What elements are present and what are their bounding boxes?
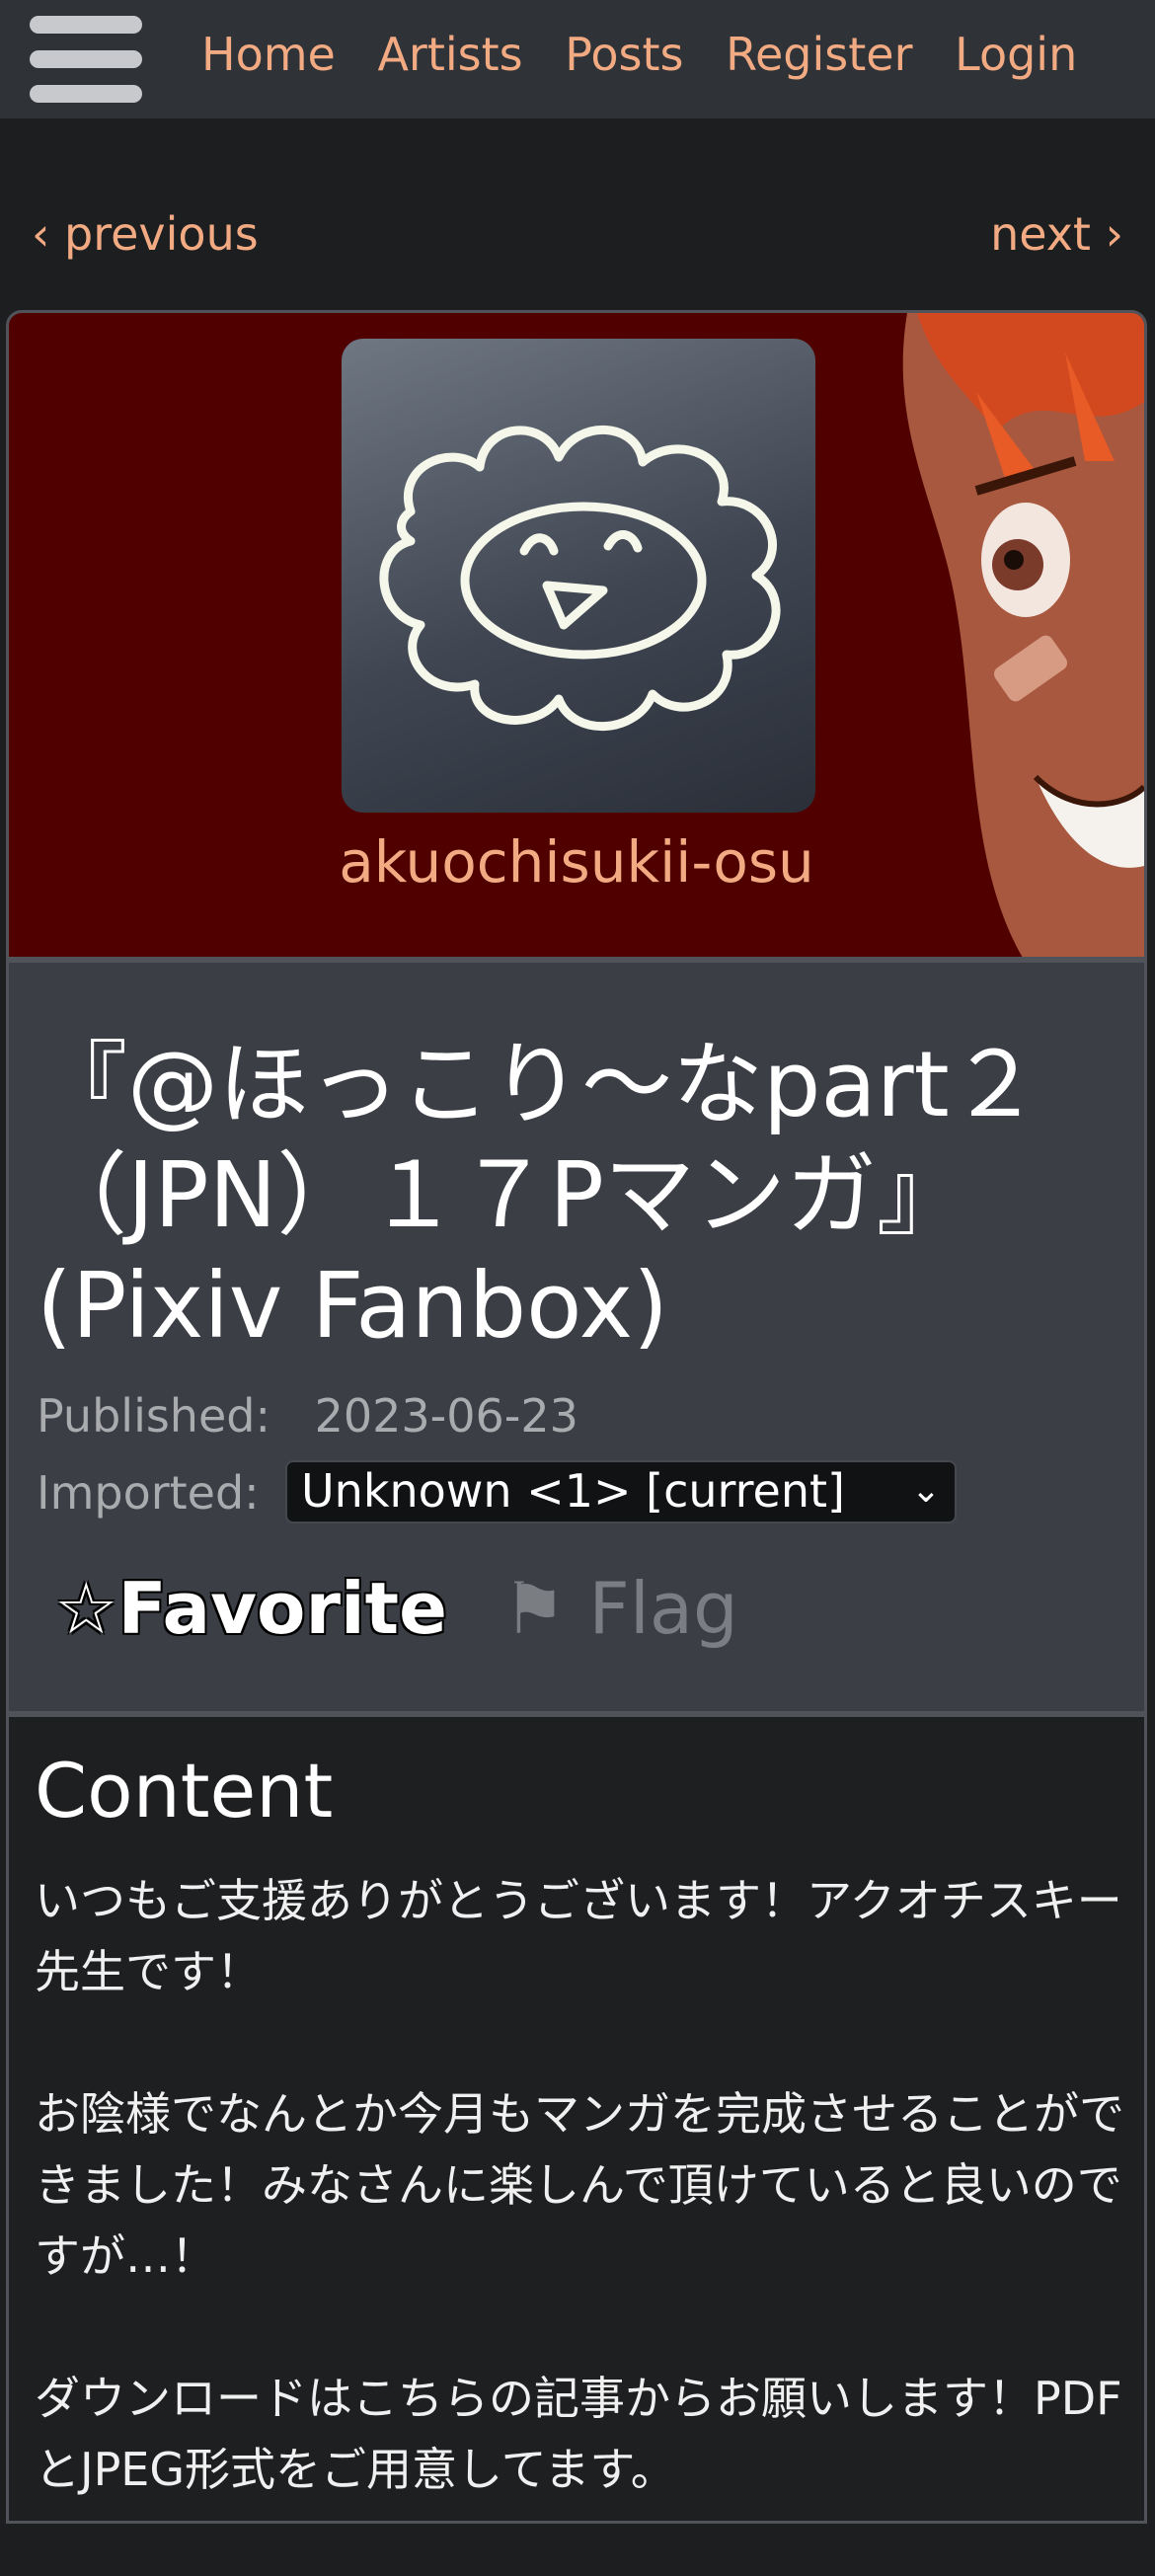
flag-button[interactable]: ⚑ Flag <box>502 1567 738 1650</box>
previous-link[interactable]: ‹ previous <box>32 207 259 261</box>
top-navbar: Home Artists Posts Register Login <box>0 0 1155 118</box>
content-heading: Content <box>35 1747 334 1834</box>
content-body: いつもご支援ありがとうございます！アクオチスキー先生です！ お陰様でなんとか今月… <box>35 1865 1130 2576</box>
nav-home-link[interactable]: Home <box>201 28 336 81</box>
published-label: Published: <box>37 1389 270 1443</box>
content-panel: Content いつもご支援ありがとうございます！アクオチスキー先生です！ お陰… <box>6 1714 1147 2524</box>
artist-name-link[interactable]: akuochisukii-osu <box>9 828 1144 896</box>
imported-row: Imported: <box>37 1466 260 1520</box>
content-paragraph: ダウンロードはこちらの記事からお願いします！PDFとJPEG形式をご用意してます… <box>35 2372 1122 2496</box>
content-paragraph: お陰様でなんとか今月もマンガを完成させることができました！みなさんに楽しんで頂け… <box>35 2087 1124 2283</box>
artist-avatar[interactable] <box>342 339 815 813</box>
chevron-down-icon: ⌄ <box>910 1470 941 1511</box>
next-link[interactable]: next › <box>990 207 1123 261</box>
nav-register-link[interactable]: Register <box>726 28 912 81</box>
artist-banner: akuochisukii-osu <box>6 310 1147 960</box>
imported-label: Imported: <box>37 1466 260 1520</box>
nav-login-link[interactable]: Login <box>955 28 1077 81</box>
import-selected-value: Unknown <1> [current] <box>301 1464 845 1518</box>
nav-posts-link[interactable]: Posts <box>565 28 683 81</box>
import-version-select[interactable]: Unknown <1> [current] ⌄ <box>285 1460 957 1523</box>
flower-face-icon <box>379 425 781 732</box>
published-date: 2023-06-23 <box>314 1389 578 1443</box>
nav-artists-link[interactable]: Artists <box>377 28 522 81</box>
favorite-button[interactable]: ☆Favorite <box>54 1567 447 1650</box>
post-meta-panel: 『@ほっこり～なpart２（JPN）１７Pマンガ』 (Pixiv Fanbox)… <box>6 960 1147 1714</box>
menu-icon[interactable] <box>30 16 142 103</box>
content-paragraph: いつもご支援ありがとうございます！アクオチスキー先生です！ <box>35 1874 1122 1998</box>
published-row: Published: 2023-06-23 <box>37 1389 578 1443</box>
nav-links: Home Artists Posts Register Login <box>201 28 1105 81</box>
post-title: 『@ほっこり～なpart２（JPN）１７Pマンガ』 (Pixiv Fanbox) <box>37 1032 1040 1359</box>
